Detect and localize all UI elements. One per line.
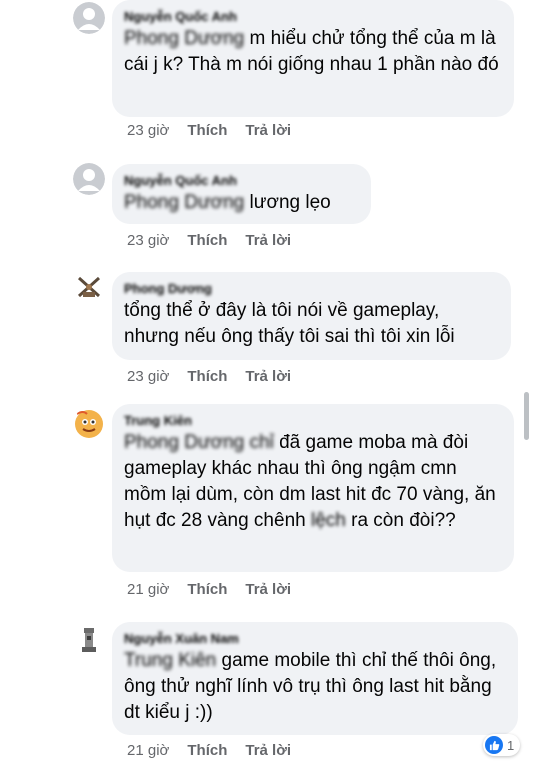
scrollbar-thumb[interactable] [524,392,529,440]
redacted-word: lệch [310,510,346,531]
comment-actions: 21 giờ Thích Trả lời [127,581,309,598]
cartoon-face-avatar-icon[interactable] [73,408,105,440]
comment-author[interactable]: Phong Dương [124,280,499,298]
reaction-count: 1 [507,737,515,753]
timestamp[interactable]: 21 giờ [127,581,169,598]
comment-author[interactable]: Trung Kiên [124,412,502,430]
reply-button[interactable]: Trả lời [245,581,291,598]
mention-link[interactable]: Phong Dương [124,28,244,49]
reply-button[interactable]: Trả lời [245,368,291,385]
like-button[interactable]: Thích [187,232,227,249]
reply-button[interactable]: Trả lời [245,232,291,249]
mention-link[interactable]: Phong Dương chỉ [124,432,274,453]
comment-text: tổng thể ở đây là tôi nói về gameplay, n… [124,300,455,347]
comment-body-end: ra còn đòi?? [351,510,456,531]
comment-text: Phong Dương chỉ đã game moba mà đòi game… [124,430,502,534]
tower-avatar-icon[interactable] [73,624,105,656]
comment-text: Phong Dương m hiểu chử tổng thể của m là… [124,26,502,78]
reaction-badge[interactable]: 1 [483,734,521,756]
comment-author[interactable]: Nguyễn Quốc Anh [124,8,502,26]
comment-text: Phong Dương lương lẹo [124,190,359,216]
comment-actions: 21 giờ Thích Trả lời [127,742,309,759]
timestamp[interactable]: 21 giờ [127,742,169,759]
comment-actions: 23 giờ Thích Trả lời [127,232,309,249]
comment-bubble: Phong Dương tổng thể ở đây là tôi nói về… [112,272,511,360]
timestamp[interactable]: 23 giờ [127,122,169,139]
comment-bubble: Nguyễn Quốc Anh Phong Dương m hiểu chử t… [112,0,514,117]
comment-author[interactable]: Nguyễn Xuân Nam [124,630,506,648]
comment-actions: 23 giờ Thích Trả lời [127,122,309,139]
like-button[interactable]: Thích [187,122,227,139]
timestamp[interactable]: 23 giờ [127,368,169,385]
timestamp[interactable]: 23 giờ [127,232,169,249]
like-button[interactable]: Thích [187,581,227,598]
mention-link[interactable]: Phong Dương [124,192,244,213]
comment-bubble: Trung Kiên Phong Dương chỉ đã game moba … [112,404,514,572]
default-avatar-icon[interactable] [73,2,105,34]
crossed-swords-avatar-icon[interactable] [73,272,105,304]
comment-body: lương lẹo [249,192,331,213]
mention-link[interactable]: Trung Kiên [124,650,216,671]
comment-bubble: Nguyễn Xuân Nam Trung Kiên game mobile t… [112,622,518,735]
reply-button[interactable]: Trả lời [245,122,291,139]
reply-button[interactable]: Trả lời [245,742,291,759]
comment-bubble: Nguyễn Quốc Anh Phong Dương lương lẹo [112,164,371,224]
comment-author[interactable]: Nguyễn Quốc Anh [124,172,359,190]
like-reaction-icon [485,736,503,754]
default-avatar-icon[interactable] [73,163,105,195]
comment-actions: 23 giờ Thích Trả lời [127,368,309,385]
comment-text: Trung Kiên game mobile thì chỉ thế thôi … [124,648,506,726]
like-button[interactable]: Thích [187,742,227,759]
like-button[interactable]: Thích [187,368,227,385]
